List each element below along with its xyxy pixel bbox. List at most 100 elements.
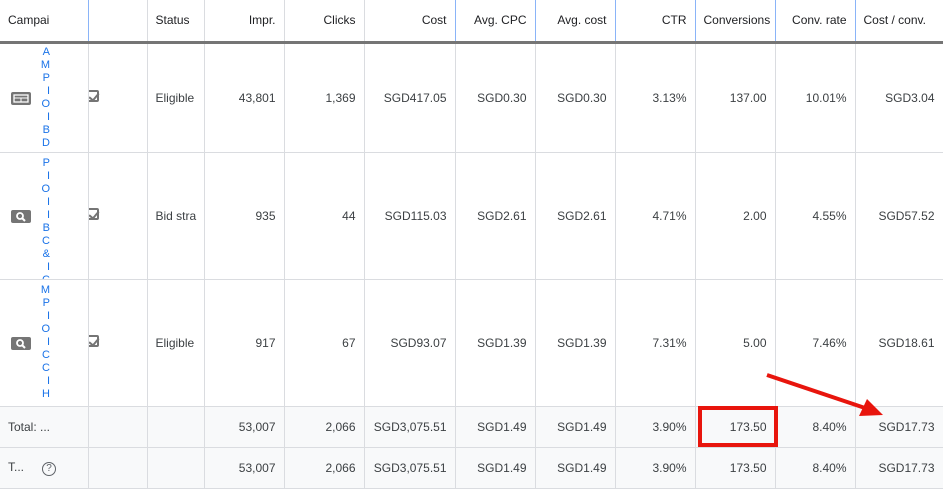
campaign-name-char: B — [42, 222, 50, 234]
avg-cost-cell: SGD0.30 — [535, 42, 616, 153]
campaign-name-char: P — [42, 297, 50, 309]
ctr-cell: 7.31% — [615, 279, 696, 407]
total-impr-cell: 53,007 — [204, 447, 285, 489]
impr-cell: 43,801 — [204, 42, 285, 153]
campaign-name-char: I — [46, 261, 50, 273]
campaign-name-char: M — [40, 58, 50, 71]
campaign-name-char: I — [46, 336, 50, 348]
campaign-name-char: B — [42, 123, 50, 136]
campaign-name-char: I — [46, 84, 50, 97]
campaign-name-char: O — [41, 183, 50, 195]
col-conversions[interactable]: Conversions — [695, 0, 776, 44]
campaign-cell: MPIOIIBC&IC — [0, 152, 89, 280]
avg-cpc-cell: SGD1.39 — [455, 279, 536, 407]
cost-cell: SGD115.03 — [364, 152, 456, 280]
total-cost-cell: SGD3,075.51 — [364, 447, 456, 489]
header-row: Campai Status Impr. Clicks Cost Avg. CPC… — [0, 0, 943, 44]
campaign-cell: AMPIOIBD — [0, 42, 89, 153]
campaign-name-char: C — [40, 274, 50, 278]
status-cell: Bid stra — [147, 152, 205, 280]
total-ctr-cell: 3.90% — [615, 406, 696, 448]
checkbox-cell — [88, 42, 148, 153]
total-impr-cell: 53,007 — [204, 406, 285, 448]
table-row: MPIOIIBC&IC Bid stra93544SGD115.03SGD2.61… — [0, 152, 943, 280]
total-label-cell: T...? — [0, 447, 89, 489]
checkbox[interactable] — [88, 90, 99, 102]
conversions-cell: 5.00 — [695, 279, 776, 407]
help-icon[interactable]: ? — [42, 461, 57, 476]
campaign-name-link[interactable]: AMPIOIBD — [40, 44, 50, 152]
campaign-name-char: D — [42, 136, 50, 149]
total-cost-conv-cell: SGD17.73 — [855, 447, 943, 489]
campaign-name-char: M — [40, 284, 50, 296]
total-avg-cost-cell: SGD1.49 — [535, 447, 616, 489]
total-label-cell: Total: ... — [0, 406, 89, 448]
campaign-cell: MPIOICCIH — [0, 279, 89, 407]
cost-conv-cell: SGD57.52 — [855, 152, 943, 280]
total-label: T... — [8, 459, 25, 474]
col-cost[interactable]: Cost — [364, 0, 456, 44]
campaign-name-char: P — [42, 157, 50, 169]
campaign-name-link[interactable]: MPIOICCIH — [40, 280, 50, 406]
col-impr[interactable]: Impr. — [204, 0, 285, 44]
checkbox[interactable] — [88, 335, 99, 347]
col-campaign[interactable]: Campai — [0, 0, 89, 44]
campaign-name-char: I — [46, 196, 50, 208]
search-icon — [11, 209, 31, 223]
col-clicks[interactable]: Clicks — [284, 0, 365, 44]
campaign-name-link[interactable]: MPIOIIBC&IC — [40, 153, 50, 279]
totals-row: T...? 53,007 2,066 SGD3,075.51 SGD1.49 SGD1.4… — [0, 447, 943, 489]
impr-cell: 935 — [204, 152, 285, 280]
total-ctr-cell: 3.90% — [615, 447, 696, 489]
clicks-cell: 67 — [284, 279, 365, 407]
empty-cell — [88, 406, 148, 448]
campaign-name-char: I — [46, 170, 50, 182]
total-avg-cost-cell: SGD1.49 — [535, 406, 616, 448]
campaign-name-char: H — [42, 388, 50, 400]
col-avg-cpc[interactable]: Avg. CPC — [455, 0, 536, 44]
col-status[interactable]: Status — [147, 0, 205, 44]
empty-cell — [147, 406, 205, 448]
total-cost-cell: SGD3,075.51 — [364, 406, 456, 448]
campaign-name-char: O — [41, 97, 50, 110]
conv-rate-cell: 4.55% — [775, 152, 856, 280]
campaign-name-char: & — [42, 248, 50, 260]
cost-conv-cell: SGD3.04 — [855, 42, 943, 153]
impr-cell: 917 — [204, 279, 285, 407]
red-arrow-icon — [766, 373, 883, 416]
campaign-name-char: P — [42, 71, 50, 84]
conversions-cell: 137.00 — [695, 42, 776, 153]
col-avg-cost[interactable]: Avg. cost — [535, 0, 616, 44]
empty-cell — [147, 447, 205, 489]
cost-cell: SGD417.05 — [364, 42, 456, 153]
display-icon — [11, 91, 31, 105]
checkbox[interactable] — [88, 208, 99, 220]
avg-cost-cell: SGD1.39 — [535, 279, 616, 407]
cost-cell: SGD93.07 — [364, 279, 456, 407]
campaign-name-char: C — [42, 235, 50, 247]
checkbox-cell — [88, 152, 148, 280]
total-avg-cpc-cell: SGD1.49 — [455, 406, 536, 448]
clicks-cell: 44 — [284, 152, 365, 280]
table-row: A M P I O I B D Eligible 43,801 1,369 SGD417.05 SGD0… — [0, 42, 943, 153]
status-cell: Eligible — [147, 279, 205, 407]
col-conv-rate[interactable]: Conv. rate — [775, 0, 856, 44]
ctr-cell: 3.13% — [615, 42, 696, 153]
campaign-name-char: A — [42, 45, 50, 58]
col-ctr[interactable]: CTR — [615, 0, 696, 44]
total-avg-cpc-cell: SGD1.49 — [455, 447, 536, 489]
campaign-name-char: I — [46, 110, 50, 123]
col-checkbox — [88, 0, 148, 44]
avg-cpc-cell: SGD0.30 — [455, 42, 536, 153]
total-conv-rate-cell: 8.40% — [775, 447, 856, 489]
campaign-name-char: O — [41, 323, 50, 335]
total-clicks-cell: 2,066 — [284, 447, 365, 489]
status-cell: Eligible — [147, 42, 205, 153]
campaign-name-char: I — [46, 209, 50, 221]
empty-cell — [88, 447, 148, 489]
col-cost-conv[interactable]: Cost / conv. — [855, 0, 943, 44]
total-conversions-cell: 173.50 — [695, 447, 776, 489]
clicks-cell: 1,369 — [284, 42, 365, 153]
avg-cpc-cell: SGD2.61 — [455, 152, 536, 280]
campaign-name-char: C — [42, 362, 50, 374]
